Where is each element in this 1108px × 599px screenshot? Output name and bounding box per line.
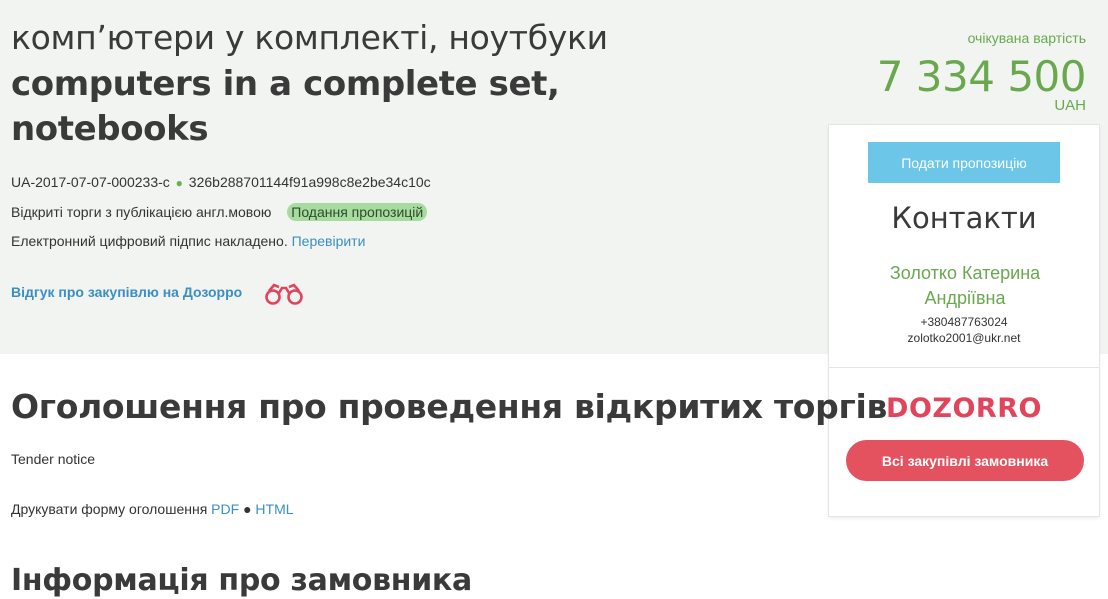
separator-dot-icon: ●	[175, 176, 183, 190]
binoculars-icon[interactable]	[262, 281, 306, 307]
tender-title-en: computers in a complete set, notebooks	[11, 64, 560, 149]
print-form-label: Друкувати форму оголошення	[11, 501, 208, 517]
separator-dot-icon: ●	[243, 501, 252, 517]
status-badge: Подання пропозицій	[287, 203, 428, 221]
signature-text: Електронний цифровий підпис накладено.	[11, 233, 288, 249]
verify-signature-link[interactable]: Перевірити	[292, 233, 366, 249]
expected-price-label: очікувана вартість	[967, 30, 1086, 46]
signature-line: Електронний цифровий підпис накладено. П…	[11, 233, 365, 249]
tender-id: UA-2017-07-07-000233-c	[11, 174, 170, 190]
submit-proposal-button[interactable]: Подати пропозицію	[868, 142, 1060, 183]
contact-email: zolotko2001@ukr.net	[907, 331, 1021, 345]
print-html-link[interactable]: HTML	[255, 501, 293, 517]
print-form-line: Друкувати форму оголошення PDF ● HTML	[11, 501, 294, 517]
contacts-card: Подати пропозицію Контакти Золотко Катер…	[828, 124, 1100, 517]
tender-title-ua: комп’ютери у комплекті, ноутбуки	[11, 18, 608, 57]
contacts-title: Контакти	[891, 201, 1037, 235]
expected-price-value: 7 334 500	[876, 52, 1087, 101]
all-customer-purchases-button[interactable]: Всі закупівлі замовника	[846, 440, 1084, 481]
price-currency: UAH	[1054, 97, 1086, 114]
procedure-type: Відкриті торги з публікацією англ.мовою	[11, 204, 272, 220]
tender-id-line: UA-2017-07-07-000233-c ● 326b288701144f9…	[11, 174, 431, 190]
dozorro-feedback-link[interactable]: Відгук про закупівлю на Дозорро	[11, 284, 242, 300]
contact-phone: +380487763024	[920, 315, 1008, 329]
print-pdf-link[interactable]: PDF	[211, 501, 239, 517]
tender-notice-subtitle: Tender notice	[11, 451, 96, 467]
procedure-line: Відкриті торги з публікацією англ.мовою …	[11, 203, 428, 221]
customer-info-title: Інформація про замовника	[11, 563, 472, 598]
contact-person-name: Золотко Катерина Андріївна	[889, 263, 1041, 308]
tender-notice-title: Оголошення про проведення відкритих торг…	[11, 387, 888, 426]
card-divider	[829, 367, 1099, 368]
tender-hash: 326b288701144f91a998c8e2be34c10c	[188, 174, 431, 190]
